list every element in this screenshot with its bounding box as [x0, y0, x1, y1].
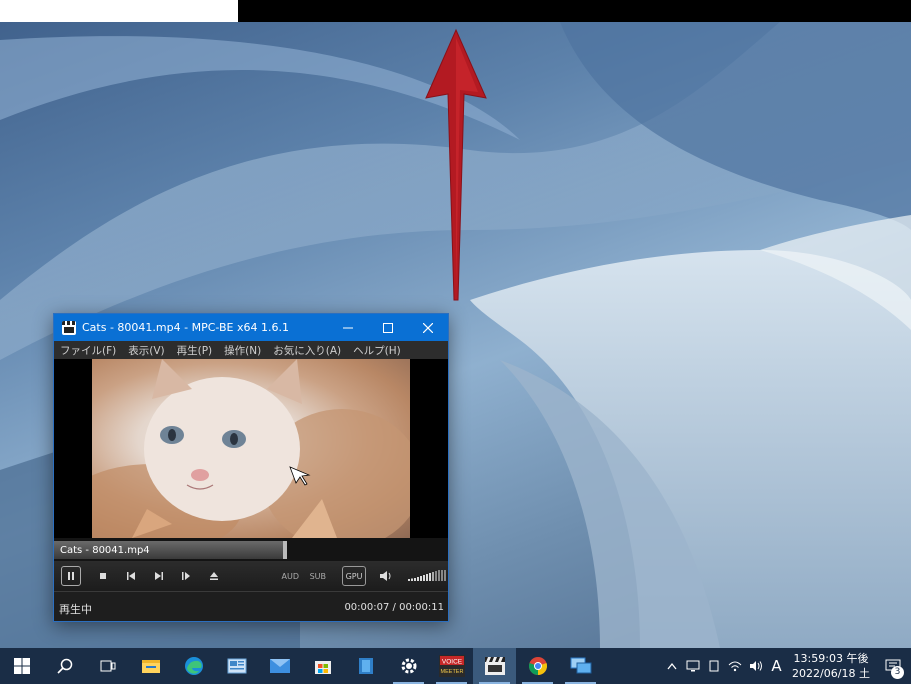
settings-button[interactable]	[387, 648, 430, 684]
edge-button[interactable]	[172, 648, 215, 684]
window-title: Cats - 80041.mp4 - MPC-BE x64 1.6.1	[82, 321, 289, 334]
task-view-button[interactable]	[86, 648, 129, 684]
clock-time: 13:59:03 午後	[793, 652, 869, 665]
gpu-toggle[interactable]: GPU	[341, 566, 367, 586]
playback-time: 00:00:07 / 00:00:11	[344, 602, 444, 613]
device-tray-button[interactable]	[703, 648, 724, 684]
media-player-window: Cats - 80041.mp4 - MPC-BE x64 1.6.1 ファイル…	[53, 313, 449, 622]
clock-date: 2022/06/18 土	[792, 667, 870, 680]
wifi-icon	[728, 661, 741, 672]
previous-button[interactable]	[117, 566, 145, 586]
mail-icon	[269, 659, 290, 673]
volume-tray-button[interactable]	[745, 648, 766, 684]
video-frame-kitten	[92, 359, 410, 538]
close-button[interactable]	[408, 314, 448, 341]
frame-step-icon	[182, 572, 191, 580]
volume-icon	[749, 661, 762, 671]
red-up-arrow	[425, 28, 487, 301]
volume-slider[interactable]	[408, 566, 448, 586]
ime-indicator[interactable]: A	[766, 648, 787, 684]
task-view-icon	[100, 660, 115, 672]
eject-button[interactable]	[200, 566, 228, 586]
eject-icon	[209, 572, 218, 580]
network-tray-button[interactable]	[682, 648, 703, 684]
kitten-image	[92, 359, 410, 538]
start-button[interactable]	[0, 648, 43, 684]
mpc-be-icon	[484, 657, 505, 675]
mail-button[interactable]	[258, 648, 301, 684]
notification-count-badge: 3	[891, 666, 904, 679]
news-button[interactable]	[215, 648, 258, 684]
mpc-be-app-icon	[62, 320, 76, 335]
menu-view[interactable]: 表示(V)	[122, 343, 170, 358]
windows-start-icon	[13, 658, 30, 674]
file-explorer-button[interactable]	[129, 648, 172, 684]
volume-bars-icon	[408, 570, 446, 581]
frame-step-button[interactable]	[172, 566, 200, 586]
stop-icon	[100, 573, 107, 579]
pause-button[interactable]	[61, 566, 81, 586]
stop-button[interactable]	[90, 566, 118, 586]
search-icon	[56, 658, 72, 674]
menu-navigate[interactable]: 操作(N)	[218, 343, 267, 358]
device-icon	[709, 660, 718, 672]
skip-forward-icon	[154, 572, 163, 580]
skip-back-icon	[127, 572, 135, 580]
edge-icon	[184, 657, 203, 675]
settings-icon	[401, 658, 416, 674]
system-tray: A 13:59:03 午後 2022/06/18 土 3	[661, 648, 911, 684]
clock[interactable]: 13:59:03 午後 2022/06/18 土	[787, 651, 875, 681]
remote-desktop-button[interactable]	[559, 648, 602, 684]
close-icon	[423, 322, 433, 333]
remote-desktop-icon	[570, 657, 591, 674]
minimize-icon	[343, 327, 353, 328]
voicemeeter-label-bottom: MEETER	[440, 669, 463, 675]
next-button[interactable]	[145, 566, 173, 586]
title-bar[interactable]: Cats - 80041.mp4 - MPC-BE x64 1.6.1	[54, 314, 448, 341]
chrome-button[interactable]	[516, 648, 559, 684]
audio-track-toggle[interactable]: AUD	[277, 566, 305, 586]
top-white-strip	[0, 0, 238, 22]
pause-icon	[67, 572, 74, 580]
maximize-button[interactable]	[368, 314, 408, 341]
files-icon	[358, 658, 373, 674]
playback-status: 再生中	[59, 603, 92, 616]
news-icon	[227, 658, 246, 674]
top-black-strip	[238, 0, 911, 22]
status-bar: 再生中 00:00:07 / 00:00:11	[54, 591, 448, 621]
maximize-icon	[383, 322, 393, 333]
search-button[interactable]	[43, 648, 86, 684]
menu-bar: ファイル(F) 表示(V) 再生(P) 操作(N) お気に入り(A) ヘルプ(H…	[54, 341, 448, 359]
seek-bar[interactable]: Cats - 80041.mp4	[54, 538, 448, 561]
video-area[interactable]	[54, 359, 448, 538]
menu-file[interactable]: ファイル(F)	[54, 343, 122, 358]
minimize-button[interactable]	[328, 314, 368, 341]
voicemeeter-button[interactable]: VOICE MEETER	[430, 648, 473, 684]
voicemeeter-icon: VOICE MEETER	[438, 655, 465, 677]
files-app-button[interactable]	[344, 648, 387, 684]
seek-filename: Cats - 80041.mp4	[60, 545, 150, 556]
menu-help[interactable]: ヘルプ(H)	[347, 343, 407, 358]
mpc-be-taskbar-button[interactable]	[473, 648, 516, 684]
speaker-icon	[380, 571, 391, 581]
voicemeeter-label-top: VOICE	[441, 659, 462, 666]
subtitle-toggle[interactable]: SUB	[304, 566, 332, 586]
network-icon	[686, 660, 699, 672]
seek-handle[interactable]	[283, 541, 287, 559]
control-bar: AUD SUB GPU	[54, 561, 448, 591]
taskbar: VOICE MEETER A 13:59:03 午後 2022/06/18 土	[0, 648, 911, 684]
menu-favorites[interactable]: お気に入り(A)	[267, 343, 347, 358]
chrome-icon	[528, 657, 547, 675]
store-button[interactable]	[301, 648, 344, 684]
mute-button[interactable]	[372, 566, 400, 586]
chevron-up-icon	[666, 662, 677, 670]
notification-center-button[interactable]: 3	[875, 648, 911, 684]
menu-play[interactable]: 再生(P)	[171, 343, 219, 358]
wifi-tray-button[interactable]	[724, 648, 745, 684]
store-icon	[314, 661, 331, 674]
file-explorer-icon	[141, 660, 160, 673]
show-hidden-icons-button[interactable]	[661, 648, 682, 684]
